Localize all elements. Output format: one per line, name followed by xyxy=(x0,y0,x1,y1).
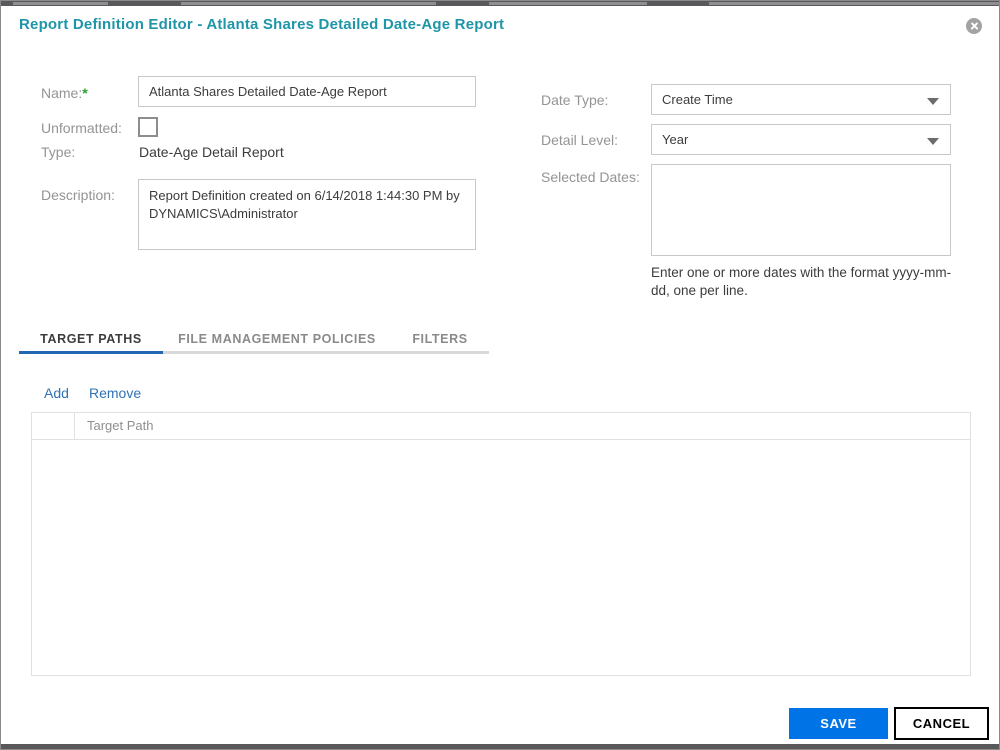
date-type-value: Create Time xyxy=(662,92,733,107)
name-label: Name:* xyxy=(41,85,88,101)
background-page-edge-top xyxy=(1,1,999,6)
date-type-label: Date Type: xyxy=(541,92,609,108)
description-textarea[interactable]: Report Definition created on 6/14/2018 1… xyxy=(138,179,476,250)
unformatted-checkbox[interactable] xyxy=(138,117,158,137)
tab-target-paths[interactable]: TARGET PATHS xyxy=(19,325,163,354)
detail-level-label: Detail Level: xyxy=(541,132,619,148)
table-header-selector-column xyxy=(32,413,75,439)
description-label: Description: xyxy=(41,187,115,203)
caret-down-icon xyxy=(927,98,939,105)
target-paths-table: Target Path xyxy=(31,412,971,676)
tab-filters[interactable]: FILTERS xyxy=(391,325,489,354)
table-header-target-path: Target Path xyxy=(87,418,154,433)
date-type-dropdown[interactable]: Create Time xyxy=(651,84,951,115)
selected-dates-hint: Enter one or more dates with the format … xyxy=(651,265,952,299)
add-link[interactable]: Add xyxy=(44,385,69,401)
save-button[interactable]: SAVE xyxy=(789,708,888,739)
name-input[interactable] xyxy=(138,76,476,107)
table-header-row: Target Path xyxy=(32,413,970,440)
selected-dates-textarea[interactable] xyxy=(651,164,951,256)
report-definition-editor-dialog: Report Definition Editor - Atlanta Share… xyxy=(0,0,1000,750)
cancel-button[interactable]: CANCEL xyxy=(894,707,989,740)
detail-level-value: Year xyxy=(662,132,689,147)
tab-bar: TARGET PATHS FILE MANAGEMENT POLICIES FI… xyxy=(19,325,489,354)
background-page-edge-bottom xyxy=(1,744,999,749)
dialog-title: Report Definition Editor - Atlanta Share… xyxy=(19,16,505,33)
unformatted-label: Unformatted: xyxy=(41,120,122,136)
detail-level-dropdown[interactable]: Year xyxy=(651,124,951,155)
type-value: Date-Age Detail Report xyxy=(139,144,284,160)
remove-link[interactable]: Remove xyxy=(89,385,141,401)
caret-down-icon xyxy=(927,138,939,145)
tab-file-management-policies[interactable]: FILE MANAGEMENT POLICIES xyxy=(163,325,391,354)
selected-dates-label: Selected Dates: xyxy=(541,169,640,185)
close-icon[interactable] xyxy=(966,18,982,34)
type-label: Type: xyxy=(41,144,76,160)
required-asterisk: * xyxy=(82,85,88,101)
